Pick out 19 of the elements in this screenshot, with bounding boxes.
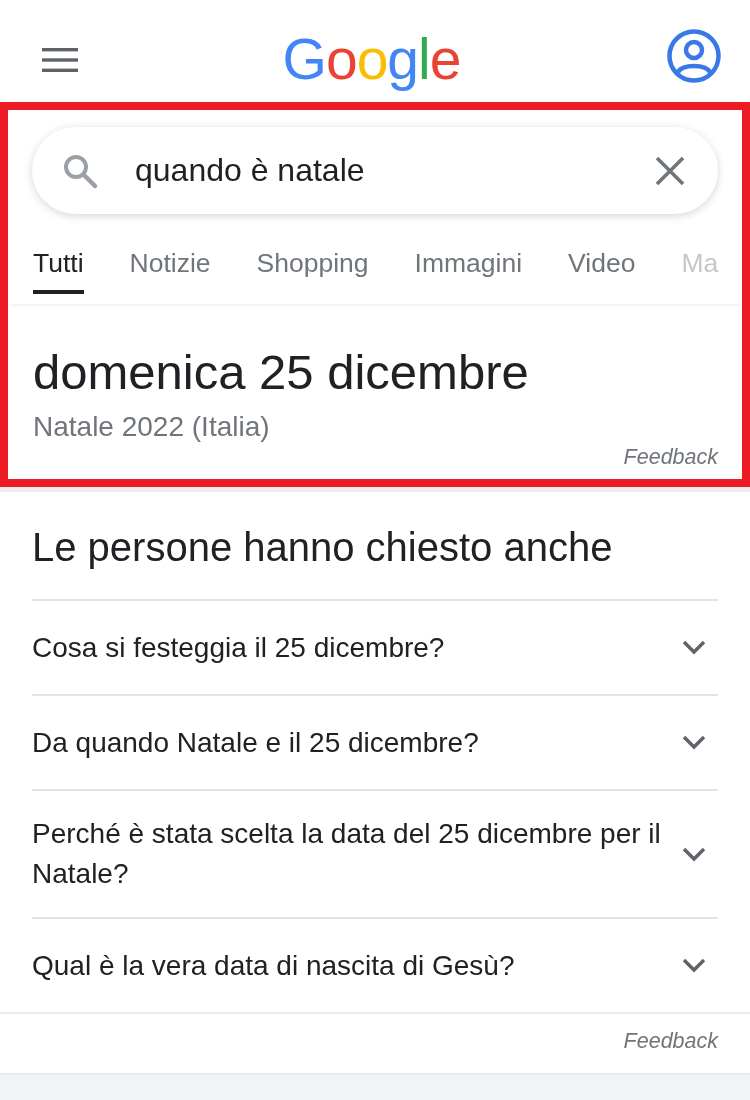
search-tab[interactable]: Immagini — [414, 248, 523, 294]
section-title: Le persone hanno chiesto anche — [32, 524, 613, 570]
search-tab[interactable]: Tutti — [33, 248, 84, 294]
search-field[interactable]: quando è natale — [135, 152, 655, 189]
menu-icon[interactable] — [42, 48, 78, 72]
search-tab[interactable]: Notizie — [129, 248, 211, 294]
account-icon[interactable] — [667, 29, 721, 83]
feedback-link[interactable]: Feedback — [623, 1029, 718, 1053]
search-tab[interactable]: Shopping — [256, 248, 369, 294]
question-row[interactable]: Perché è stata scelta la data del 25 dicembre per il Natale? — [32, 789, 718, 917]
search-tab[interactable]: Video — [568, 248, 636, 294]
search-icon — [62, 152, 98, 189]
question-row[interactable]: Cosa si festeggia il 25 dicembre? — [32, 599, 718, 694]
answer-title: domenica 25 dicembre — [33, 344, 530, 400]
question-row[interactable]: Qual è la vera data di nascita di Gesù? — [32, 917, 718, 1012]
feedback-link[interactable]: Feedback — [623, 445, 718, 469]
answer-subtitle: Natale 2022 (Italia) — [33, 411, 271, 443]
question-row[interactable]: Da quando Natale e il 25 dicembre? — [32, 694, 718, 789]
clear-icon[interactable] — [655, 155, 685, 186]
